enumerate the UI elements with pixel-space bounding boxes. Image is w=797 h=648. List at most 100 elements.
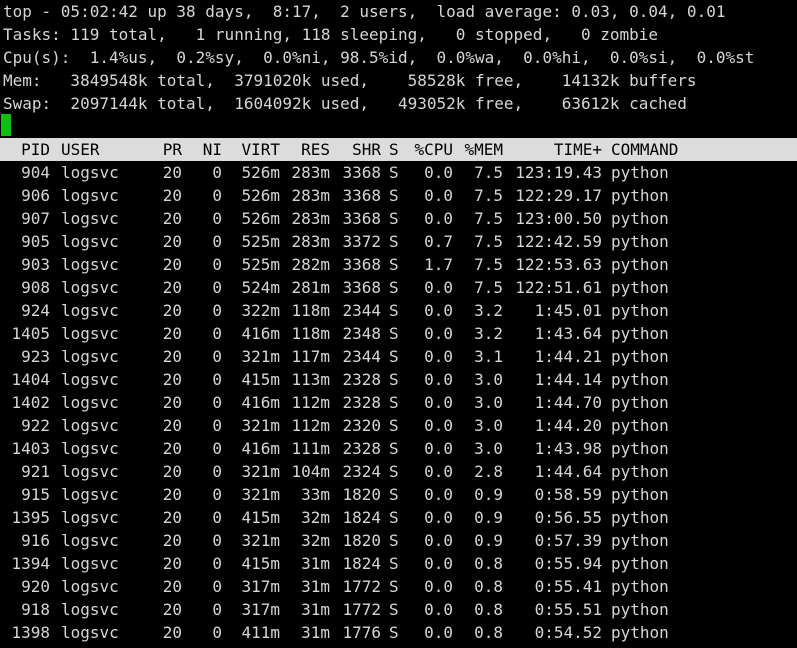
column-header-shr: SHR xyxy=(352,140,381,159)
process-state: S xyxy=(389,439,399,458)
process-command: python xyxy=(611,577,669,596)
table-row: 1405 logsvc 20 0 416m 118m 2348 S 0.0 3.2 1:43.64 p… xyxy=(0,322,797,345)
table-row: 1402 logsvc 20 0 416m 112m 2328 S 0.0 3.0 1:44.70 p… xyxy=(0,391,797,414)
table-row: 921 logsvc 20 0 321m 104m 2324 S 0.0 2.8 1:44.64 py… xyxy=(0,460,797,483)
process-command: python xyxy=(611,600,669,619)
process-state: S xyxy=(389,324,399,343)
process-nice: 0 xyxy=(212,600,222,619)
process-virt: 415m xyxy=(241,370,280,389)
process-priority: 20 xyxy=(162,393,182,412)
process-time: 0:55.41 xyxy=(534,577,602,596)
process-virt: 411m xyxy=(241,623,280,642)
process-virt: 524m xyxy=(241,278,280,297)
terminal-window[interactable]: top - 05:02:42 up 38 days, 8:17, 2 users… xyxy=(0,0,797,648)
process-virt: 526m xyxy=(241,209,280,228)
process-mem: 0.9 xyxy=(474,508,503,527)
cpu-line: Cpu(s): 1.4%us, 0.2%sy, 0.0%ni, 98.5%id,… xyxy=(3,48,755,67)
process-virt: 415m xyxy=(241,554,280,573)
process-nice: 0 xyxy=(212,462,222,481)
process-time: 1:43.98 xyxy=(534,439,602,458)
column-header-pr: PR xyxy=(162,140,182,159)
process-mem: 0.8 xyxy=(474,554,503,573)
process-time: 1:44.20 xyxy=(534,416,602,435)
process-cpu: 0.0 xyxy=(424,301,453,320)
process-table-header: PID USER PR NI VIRT RES SHR S %CPU %MEM … xyxy=(0,138,797,161)
column-header-pid: PID xyxy=(21,140,50,159)
process-shr: 2344 xyxy=(342,347,381,366)
process-cpu: 0.0 xyxy=(424,393,453,412)
process-virt: 321m xyxy=(241,485,280,504)
mem-line: Mem: 3849548k total, 3791020k used, 5852… xyxy=(3,71,697,90)
process-state: S xyxy=(389,416,399,435)
process-virt: 317m xyxy=(241,600,280,619)
process-mem: 0.9 xyxy=(474,531,503,550)
process-command: python xyxy=(611,485,669,504)
process-priority: 20 xyxy=(162,255,182,274)
process-pid: 920 xyxy=(21,577,50,596)
process-pid: 916 xyxy=(21,531,50,550)
process-cpu: 0.0 xyxy=(424,163,453,182)
process-virt: 416m xyxy=(241,439,280,458)
process-cpu: 0.7 xyxy=(424,232,453,251)
process-user: logsvc xyxy=(61,600,119,619)
process-time: 0:57.39 xyxy=(534,531,602,550)
process-time: 1:44.64 xyxy=(534,462,602,481)
process-shr: 1772 xyxy=(342,577,381,596)
table-row: 1394 logsvc 20 0 415m 31m 1824 S 0.0 0.8 0:55.94 py… xyxy=(0,552,797,575)
process-state: S xyxy=(389,255,399,274)
process-cpu: 0.0 xyxy=(424,347,453,366)
process-state: S xyxy=(389,577,399,596)
process-res: 104m xyxy=(291,462,330,481)
process-mem: 3.0 xyxy=(474,439,503,458)
process-pid: 918 xyxy=(21,600,50,619)
process-shr: 1820 xyxy=(342,485,381,504)
swap-line: Swap: 2097144k total, 1604092k used, 493… xyxy=(3,94,687,113)
process-shr: 2320 xyxy=(342,416,381,435)
process-pid: 922 xyxy=(21,416,50,435)
column-header-mem: %MEM xyxy=(464,140,503,159)
process-nice: 0 xyxy=(212,186,222,205)
process-user: logsvc xyxy=(61,370,119,389)
process-res: 111m xyxy=(291,439,330,458)
process-shr: 1824 xyxy=(342,554,381,573)
terminal-cursor[interactable] xyxy=(1,114,11,136)
process-user: logsvc xyxy=(61,485,119,504)
process-pid: 915 xyxy=(21,485,50,504)
process-state: S xyxy=(389,370,399,389)
process-user: logsvc xyxy=(61,324,119,343)
process-command: python xyxy=(611,186,669,205)
process-cpu: 0.0 xyxy=(424,416,453,435)
table-row: 918 logsvc 20 0 317m 31m 1772 S 0.0 0.8 0:55.51 pyt… xyxy=(0,598,797,621)
process-state: S xyxy=(389,301,399,320)
process-priority: 20 xyxy=(162,278,182,297)
process-cpu: 0.0 xyxy=(424,508,453,527)
table-row: 922 logsvc 20 0 321m 112m 2320 S 0.0 3.0 1:44.20 py… xyxy=(0,414,797,437)
process-pid: 924 xyxy=(21,301,50,320)
process-state: S xyxy=(389,186,399,205)
process-user: logsvc xyxy=(61,623,119,642)
process-time: 0:56.55 xyxy=(534,508,602,527)
process-nice: 0 xyxy=(212,554,222,573)
process-user: logsvc xyxy=(61,347,119,366)
process-virt: 415m xyxy=(241,508,280,527)
process-time: 122:51.61 xyxy=(515,278,602,297)
process-shr: 3368 xyxy=(342,209,381,228)
process-state: S xyxy=(389,232,399,251)
process-res: 283m xyxy=(291,186,330,205)
table-row: 923 logsvc 20 0 321m 117m 2344 S 0.0 3.1 1:44.21 py… xyxy=(0,345,797,368)
process-priority: 20 xyxy=(162,462,182,481)
process-virt: 321m xyxy=(241,347,280,366)
process-cpu: 0.0 xyxy=(424,531,453,550)
process-priority: 20 xyxy=(162,209,182,228)
table-row: 920 logsvc 20 0 317m 31m 1772 S 0.0 0.8 0:55.41 pyt… xyxy=(0,575,797,598)
process-shr: 2328 xyxy=(342,393,381,412)
process-cpu: 0.0 xyxy=(424,623,453,642)
process-priority: 20 xyxy=(162,347,182,366)
process-pid: 904 xyxy=(21,163,50,182)
process-virt: 322m xyxy=(241,301,280,320)
process-nice: 0 xyxy=(212,531,222,550)
process-shr: 1772 xyxy=(342,600,381,619)
process-res: 283m xyxy=(291,232,330,251)
process-res: 281m xyxy=(291,278,330,297)
process-mem: 2.8 xyxy=(474,462,503,481)
